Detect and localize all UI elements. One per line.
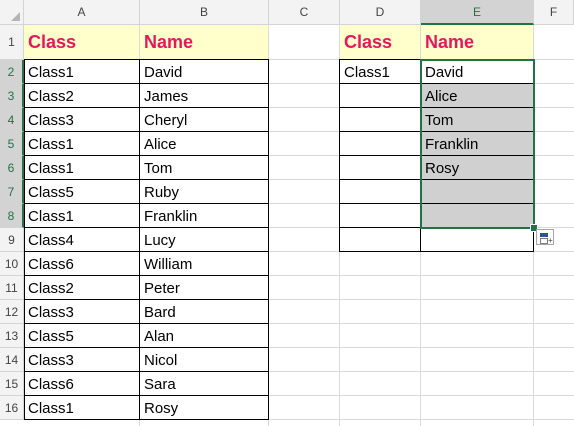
cell-e8[interactable] — [421, 204, 534, 228]
cell-b5[interactable]: Alice — [140, 132, 269, 156]
row-header-1[interactable]: 1 — [0, 25, 24, 60]
cell-a9[interactable]: Class4 — [24, 228, 140, 252]
cell-a3[interactable]: Class2 — [24, 84, 140, 108]
cell-a10[interactable]: Class6 — [24, 252, 140, 276]
column-header-f[interactable]: F — [534, 0, 574, 25]
row-header-9[interactable]: 9 — [0, 228, 24, 252]
cell-a15[interactable]: Class6 — [24, 372, 140, 396]
row-header-13[interactable]: 13 — [0, 324, 24, 348]
cell-a5[interactable]: Class1 — [24, 132, 140, 156]
cell-b11[interactable]: Peter — [140, 276, 269, 300]
row-header-10[interactable]: 10 — [0, 252, 24, 276]
cell-a2[interactable]: Class1 — [24, 60, 140, 84]
cell-e7[interactable] — [421, 180, 534, 204]
cell-a11[interactable]: Class2 — [24, 276, 140, 300]
cell-e6[interactable]: Rosy — [421, 156, 534, 180]
cell-a13[interactable]: Class5 — [24, 324, 140, 348]
cell-a12[interactable]: Class3 — [24, 300, 140, 324]
row-header-6[interactable]: 6 — [0, 156, 24, 180]
column-header-c[interactable]: C — [269, 0, 340, 25]
column-header-e[interactable]: E — [421, 0, 534, 25]
cell-e9[interactable] — [421, 228, 534, 252]
cell-a6[interactable]: Class1 — [24, 156, 140, 180]
cell-b6[interactable]: Tom — [140, 156, 269, 180]
row-header-3[interactable]: 3 — [0, 84, 24, 108]
cell-a4[interactable]: Class3 — [24, 108, 140, 132]
cell-b3[interactable]: James — [140, 84, 269, 108]
quick-analysis-icon[interactable]: + — [536, 229, 554, 245]
cell-e5[interactable]: Franklin — [421, 132, 534, 156]
select-all-corner[interactable] — [0, 0, 24, 25]
cell-b4[interactable]: Cheryl — [140, 108, 269, 132]
cell-b16[interactable]: Rosy — [140, 396, 269, 420]
cell-b9[interactable]: Lucy — [140, 228, 269, 252]
cell-b2[interactable]: David — [140, 60, 269, 84]
cell-a14[interactable]: Class3 — [24, 348, 140, 372]
cell-b13[interactable]: Alan — [140, 324, 269, 348]
cell-b14[interactable]: Nicol — [140, 348, 269, 372]
row-header-15[interactable]: 15 — [0, 372, 24, 396]
cell-d1-class-header[interactable]: Class — [340, 25, 421, 60]
row-header-8[interactable]: 8 — [0, 204, 24, 228]
cell-a16[interactable]: Class1 — [24, 396, 140, 420]
spreadsheet: A B C D E F 1 2 3 4 5 6 7 8 9 10 11 12 13 14 15 16 Clas… — [0, 0, 574, 426]
column-header-b[interactable]: B — [140, 0, 269, 25]
cell-b8[interactable]: Franklin — [140, 204, 269, 228]
cell-a1-class-header[interactable]: Class — [24, 25, 140, 60]
row-header-16[interactable]: 16 — [0, 396, 24, 420]
cell-b10[interactable]: William — [140, 252, 269, 276]
row-header-14[interactable]: 14 — [0, 348, 24, 372]
column-header-d[interactable]: D — [340, 0, 421, 25]
cell-a7[interactable]: Class5 — [24, 180, 140, 204]
row-header-11[interactable]: 11 — [0, 276, 24, 300]
row-header-4[interactable]: 4 — [0, 108, 24, 132]
row-header-5[interactable]: 5 — [0, 132, 24, 156]
cell-e3[interactable]: Alice — [421, 84, 534, 108]
cell-d2-lookup-class[interactable]: Class1 — [340, 60, 421, 84]
column-header-a[interactable]: A — [24, 0, 140, 25]
cell-e2[interactable]: David — [421, 60, 534, 84]
row-header-7[interactable]: 7 — [0, 180, 24, 204]
cell-b12[interactable]: Bard — [140, 300, 269, 324]
cell-e1-name-header[interactable]: Name — [421, 25, 534, 60]
cell-a8[interactable]: Class1 — [24, 204, 140, 228]
row-header-12[interactable]: 12 — [0, 300, 24, 324]
cell-b15[interactable]: Sara — [140, 372, 269, 396]
cell-b1-name-header[interactable]: Name — [140, 25, 269, 60]
row-header-2[interactable]: 2 — [0, 60, 24, 84]
cell-e4[interactable]: Tom — [421, 108, 534, 132]
cell-b7[interactable]: Ruby — [140, 180, 269, 204]
